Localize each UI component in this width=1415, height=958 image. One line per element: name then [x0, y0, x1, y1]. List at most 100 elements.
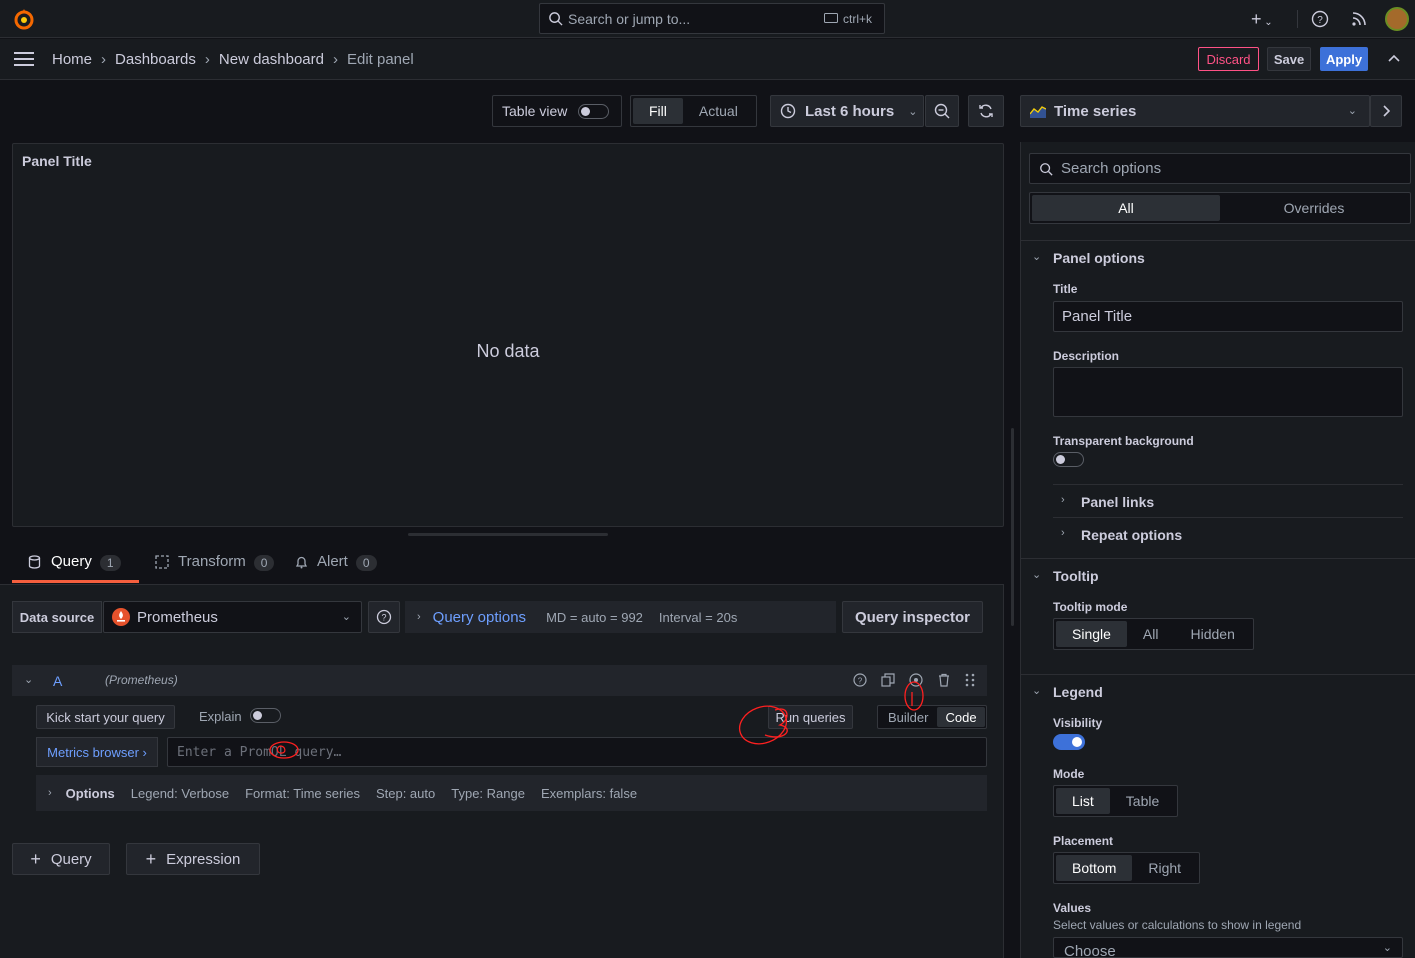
help-icon[interactable]: ? [1311, 10, 1329, 28]
tab-query[interactable]: Query 1 [12, 553, 139, 583]
annotation-marks [738, 681, 924, 745]
legend-heading[interactable]: Legend [1053, 684, 1103, 700]
legend-mode-selector[interactable]: List Table [1053, 785, 1179, 817]
kick-start-button[interactable]: Kick start your query [36, 705, 175, 729]
add-expression-button[interactable]: + Expression [126, 843, 260, 875]
refresh-button[interactable] [968, 95, 1004, 127]
chevron-down-icon[interactable]: ⌄ [1032, 250, 1041, 263]
drag-handle-icon[interactable] [965, 673, 975, 687]
trash-icon[interactable] [937, 673, 951, 687]
legend-visibility-toggle[interactable] [1053, 734, 1085, 750]
search-icon [1039, 162, 1053, 176]
repeat-options-heading[interactable]: Repeat options [1081, 527, 1182, 543]
time-series-icon [1030, 104, 1046, 118]
values-select[interactable]: Choose ⌄ [1053, 937, 1403, 958]
query-options-bar[interactable]: › Query options MD = auto = 992 Interval… [405, 601, 836, 633]
chevron-down-icon: ⌄ [908, 105, 918, 118]
chevron-right-icon: › [332, 51, 338, 68]
chevron-right-icon[interactable]: › [1061, 527, 1065, 539]
legend-placement-right[interactable]: Right [1132, 855, 1197, 881]
values-placeholder: Choose [1064, 943, 1116, 958]
transparent-background-toggle[interactable] [1053, 452, 1084, 467]
chevron-right-icon: › [101, 51, 107, 68]
add-icon[interactable]: + ⌄ [1251, 10, 1273, 32]
save-button[interactable]: Save [1267, 47, 1311, 71]
description-textarea[interactable] [1053, 367, 1403, 417]
breadcrumb: Home › Dashboards › New dashboard › Edit… [52, 51, 414, 68]
metrics-browser-button[interactable]: Metrics browser › [36, 737, 158, 767]
database-icon [28, 555, 41, 569]
options-tabs[interactable]: All Overrides [1029, 192, 1411, 224]
datasource-help-button[interactable]: ? [368, 601, 400, 633]
resize-handle[interactable] [408, 533, 608, 536]
chevron-down-icon[interactable]: ⌄ [1032, 684, 1041, 697]
transform-icon [155, 555, 169, 569]
breadcrumb-home[interactable]: Home [52, 51, 92, 68]
options-search-input[interactable]: Search options [1029, 153, 1411, 184]
time-range-picker[interactable]: Last 6 hours ⌄ [770, 95, 924, 127]
panel-preview: Panel Title No data [12, 143, 1004, 527]
breadcrumb-dashboards[interactable]: Dashboards [115, 51, 196, 68]
user-avatar[interactable] [1385, 7, 1409, 31]
legend-mode-table[interactable]: Table [1110, 788, 1175, 814]
visualization-picker[interactable]: Time series ⌄ [1020, 95, 1370, 127]
query-ref-id[interactable]: A [53, 673, 62, 689]
title-input[interactable]: Panel Title [1053, 301, 1403, 332]
option-legend: Legend: Verbose [130, 785, 230, 801]
tab-alert[interactable]: Alert 0 [279, 553, 399, 583]
table-view-toggle[interactable]: Table view [492, 95, 622, 127]
legend-placement-bottom[interactable]: Bottom [1056, 855, 1133, 881]
search-input[interactable]: Search or jump to... ctrl+k [539, 3, 885, 34]
tooltip-heading[interactable]: Tooltip [1053, 568, 1099, 584]
pane-splitter[interactable] [1011, 428, 1014, 626]
query-options-label[interactable]: Query options [433, 609, 526, 626]
datasource-label: Data source [12, 601, 102, 633]
chevron-right-icon[interactable]: › [1061, 494, 1065, 506]
query-options-summary[interactable]: › Options Legend: Verbose Format: Time s… [36, 775, 987, 811]
options-label: Options [65, 785, 115, 801]
datasource-picker[interactable]: Prometheus ⌄ [103, 601, 362, 633]
tab-query-count: 1 [99, 555, 121, 571]
legend-placement-selector[interactable]: Bottom Right [1053, 852, 1201, 884]
zoom-out-button[interactable] [925, 95, 959, 127]
code-option[interactable]: Code [937, 707, 985, 727]
query-inspector-button[interactable]: Query inspector [842, 601, 983, 633]
fill-option[interactable]: Fill [633, 98, 683, 124]
add-query-button[interactable]: + Query [12, 843, 110, 875]
chevron-down-icon[interactable]: ⌄ [1032, 568, 1041, 581]
panel-options-heading[interactable]: Panel options [1053, 250, 1145, 266]
rss-news-icon[interactable] [1351, 11, 1367, 27]
tab-transform[interactable]: Transform 0 [139, 553, 279, 583]
options-search-placeholder: Search options [1061, 160, 1162, 177]
search-icon [548, 11, 563, 26]
tooltip-mode-selector[interactable]: Single All Hidden [1053, 618, 1254, 650]
annotation-marks [269, 741, 299, 759]
discard-button[interactable]: Discard [1198, 47, 1259, 71]
keyboard-icon [824, 13, 838, 23]
tooltip-mode-single[interactable]: Single [1056, 621, 1127, 647]
apply-button[interactable]: Apply [1320, 47, 1368, 71]
fill-actual-toggle[interactable]: Fill Actual [630, 95, 757, 127]
datasource-name: Prometheus [137, 608, 218, 626]
grafana-logo-icon[interactable] [12, 7, 36, 31]
tab-all[interactable]: All [1032, 195, 1220, 221]
actual-option[interactable]: Actual [683, 98, 754, 124]
plus-icon: + [30, 848, 41, 869]
tab-transform-label: Transform [178, 553, 246, 570]
toggle-switch[interactable] [578, 103, 610, 119]
explain-label: Explain [199, 709, 242, 724]
chevron-up-icon[interactable] [1388, 54, 1400, 62]
tooltip-mode-hidden[interactable]: Hidden [1174, 621, 1250, 647]
tooltip-mode-all[interactable]: All [1127, 621, 1175, 647]
explain-toggle[interactable] [250, 708, 281, 723]
menu-icon[interactable] [14, 52, 34, 66]
breadcrumb-new-dashboard[interactable]: New dashboard [219, 51, 324, 68]
tab-overrides[interactable]: Overrides [1220, 195, 1408, 221]
svg-text:?: ? [1317, 15, 1323, 26]
refresh-icon [978, 103, 994, 119]
tab-query-label: Query [51, 553, 92, 570]
panel-links-heading[interactable]: Panel links [1081, 494, 1154, 510]
collapse-options-button[interactable] [1370, 95, 1402, 127]
chevron-down-icon[interactable]: ⌄ [24, 673, 33, 686]
legend-mode-list[interactable]: List [1056, 788, 1110, 814]
